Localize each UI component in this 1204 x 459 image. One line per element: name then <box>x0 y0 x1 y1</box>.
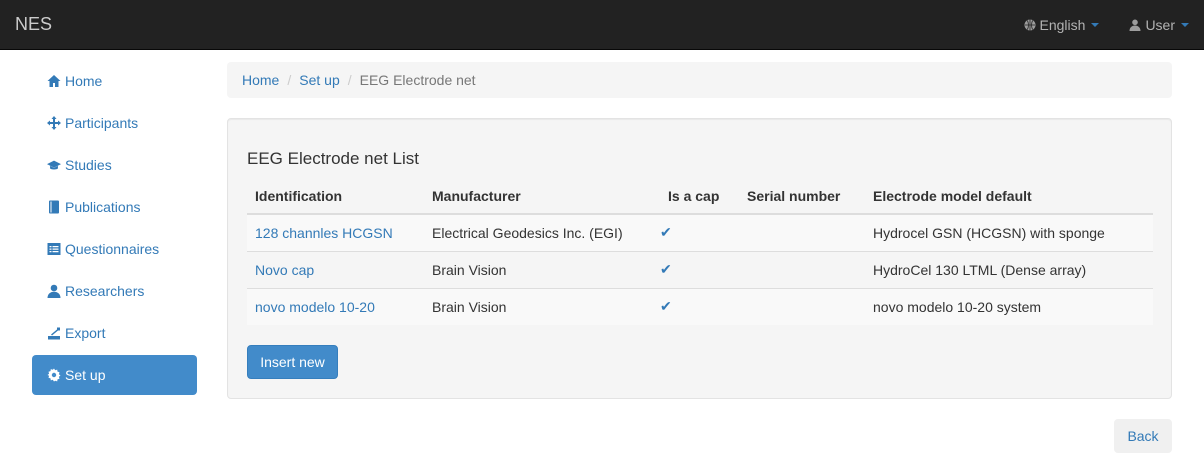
breadcrumb-home-link[interactable]: Home <box>242 72 279 88</box>
chevron-down-icon <box>1091 23 1100 27</box>
breadcrumb-setup-link[interactable]: Set up <box>299 72 339 88</box>
sidebar-item-label: Set up <box>65 367 106 383</box>
navbar-right: English User <box>1009 0 1204 50</box>
sidebar-item-studies[interactable]: Studies <box>32 145 197 185</box>
export-icon <box>47 326 61 340</box>
serial-number-cell <box>739 250 865 288</box>
column-header-electrode-model: Electrode model default <box>865 178 1153 215</box>
cog-icon <box>47 368 61 382</box>
sidebar-item-set-up[interactable]: Set up <box>32 355 197 395</box>
move-icon <box>47 116 61 130</box>
table-header-row: Identification Manufacturer Is a cap Ser… <box>247 178 1153 215</box>
sidebar-item-label: Home <box>65 73 103 89</box>
insert-new-button[interactable]: Insert new <box>247 345 338 379</box>
back-button[interactable]: Back <box>1114 419 1172 453</box>
panel-title: EEG Electrode net List <box>247 149 419 168</box>
serial-number-cell <box>739 287 865 325</box>
electrode-model-cell: HydroCel 130 LTML (Dense array) <box>865 250 1153 288</box>
brand-logo[interactable]: NES <box>15 14 52 35</box>
is-cap-check-icon: ✔ <box>660 250 739 288</box>
manufacturer-cell: Brain Vision <box>424 287 660 325</box>
language-dropdown[interactable]: English <box>1009 17 1115 33</box>
education-icon <box>47 158 61 172</box>
is-cap-check-icon: ✔ <box>660 287 739 325</box>
sidebar-item-label: Researchers <box>65 283 145 299</box>
identification-link[interactable]: novo modelo 10-20 <box>255 299 375 315</box>
table-row: novo modelo 10-20 Brain Vision ✔ novo mo… <box>247 287 1153 325</box>
globe-icon <box>1024 19 1036 31</box>
column-header-serial-number: Serial number <box>739 178 865 215</box>
language-label: English <box>1039 17 1086 33</box>
sidebar-item-home[interactable]: Home <box>32 61 197 101</box>
column-header-manufacturer: Manufacturer <box>424 178 660 215</box>
electrode-model-cell: novo modelo 10-20 system <box>865 287 1153 325</box>
table-row: 128 channles HCGSN Electrical Geodesics … <box>247 214 1153 251</box>
user-icon <box>47 284 61 298</box>
is-cap-check-icon: ✔ <box>660 224 672 241</box>
sidebar-item-label: Studies <box>65 157 112 173</box>
sidebar-item-participants[interactable]: Participants <box>32 103 197 143</box>
list-alt-icon <box>47 242 61 256</box>
user-dropdown[interactable]: User <box>1114 17 1204 33</box>
identification-link[interactable]: Novo cap <box>255 262 314 278</box>
electrode-net-table: Identification Manufacturer Is a cap Ser… <box>247 178 1153 325</box>
column-header-is-a-cap: Is a cap <box>660 178 739 215</box>
sidebar-item-label: Publications <box>65 199 141 215</box>
sidebar-item-publications[interactable]: Publications <box>32 187 197 227</box>
breadcrumb-separator: / <box>347 72 352 88</box>
home-icon <box>47 74 61 88</box>
breadcrumb-current: EEG Electrode net <box>359 72 476 88</box>
user-label: User <box>1145 17 1175 33</box>
identification-link[interactable]: 128 channles HCGSN <box>255 225 393 241</box>
sidebar-item-label: Participants <box>65 115 139 131</box>
chevron-down-icon <box>1181 23 1189 27</box>
sidebar-item-researchers[interactable]: Researchers <box>32 271 197 311</box>
top-navbar: NES English User <box>0 0 1204 50</box>
sidebar-item-questionnaires[interactable]: Questionnaires <box>32 229 197 269</box>
sidebar-item-label: Questionnaires <box>65 241 160 257</box>
breadcrumb: Home / Set up / EEG Electrode net <box>227 62 1172 98</box>
serial-number-cell <box>739 214 865 251</box>
book-icon <box>47 200 61 214</box>
manufacturer-cell: Brain Vision <box>424 250 660 288</box>
column-header-identification: Identification <box>247 178 424 215</box>
sidebar-item-export[interactable]: Export <box>32 313 197 353</box>
electrode-net-panel: EEG Electrode net List Identification Ma… <box>227 118 1172 399</box>
manufacturer-cell: Electrical Geodesics Inc. (EGI) <box>432 224 623 241</box>
electrode-model-cell: Hydrocel GSN (HCGSN) with sponge <box>873 224 1105 241</box>
breadcrumb-separator: / <box>287 72 292 88</box>
sidebar: Home Participants Studies Publications Q… <box>32 61 197 397</box>
user-icon <box>1129 19 1141 31</box>
table-row: Novo cap Brain Vision ✔ HydroCel 130 LTM… <box>247 250 1153 288</box>
sidebar-item-label: Export <box>65 325 106 341</box>
